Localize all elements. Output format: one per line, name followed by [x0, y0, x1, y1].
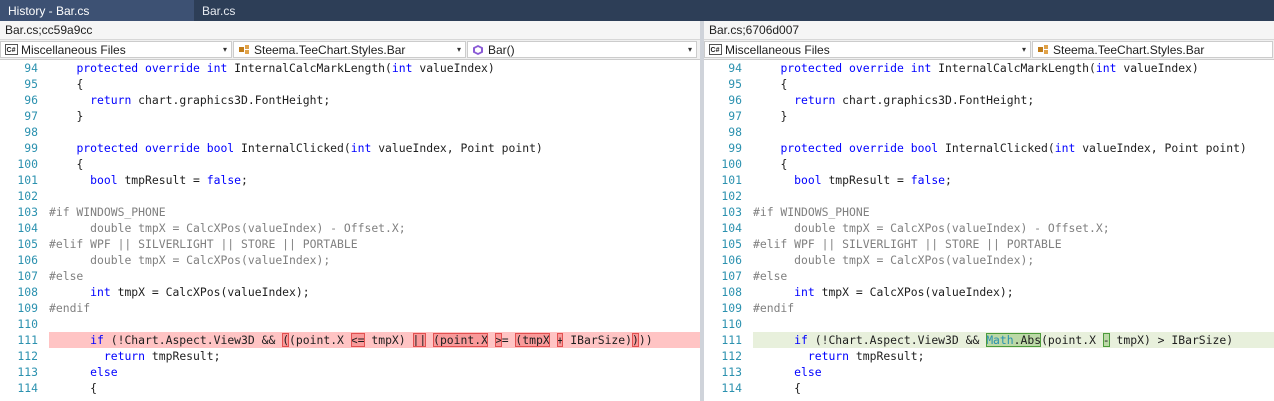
chevron-down-icon: ▾	[687, 45, 692, 54]
class-icon	[237, 44, 251, 56]
code-line: 99 protected override bool InternalClick…	[24, 141, 543, 155]
code-line: 112 return tmpResult;	[17, 349, 221, 363]
deleted-code-line: 111 if (!Chart.Aspect.View3D && ((point.…	[0, 332, 700, 348]
tab-bar-cs[interactable]: Bar.cs	[194, 0, 243, 21]
code-line: 99 protected override bool InternalClick…	[728, 141, 1247, 155]
code-line: 95 {	[728, 77, 788, 91]
document-tab-bar: History - Bar.cs Bar.cs	[0, 0, 1274, 21]
chevron-down-icon: ▾	[222, 45, 227, 54]
code-line: 105 #elif WPF || SILVERLIGHT || STORE || …	[721, 237, 1062, 251]
code-line: 94 protected override int InternalCalcMa…	[24, 61, 495, 75]
chevron-down-icon: ▾	[456, 45, 461, 54]
code-line: 97 }	[728, 109, 788, 123]
tab-label: Bar.cs	[202, 3, 236, 18]
code-line: 102	[17, 189, 38, 203]
diff-view: Bar.cs;cc59a9cc C# Miscellaneous Files ▾…	[0, 21, 1274, 401]
right-file-path: Bar.cs;6706d007	[704, 21, 1274, 40]
code-line: 101 bool tmpResult = false;	[17, 173, 248, 187]
code-line: 114 {	[17, 381, 98, 395]
left-code-editor[interactable]: 94 protected override int InternalCalcMa…	[0, 60, 700, 401]
left-navigation-bar: C# Miscellaneous Files ▾ Steema.TeeChart…	[0, 40, 700, 60]
right-navigation-bar: C# Miscellaneous Files ▾ Steema.TeeChart…	[704, 40, 1274, 60]
chevron-down-icon: ▾	[1021, 45, 1026, 54]
code-line: 102	[721, 189, 742, 203]
code-line: 101 bool tmpResult = false;	[721, 173, 952, 187]
code-line: 95 {	[24, 77, 84, 91]
code-line: 94 protected override int InternalCalcMa…	[728, 61, 1199, 75]
type-dropdown[interactable]: Steema.TeeChart.Styles.Bar ▾	[233, 41, 466, 58]
code-line: 109 #endif	[17, 301, 91, 315]
member-dropdown[interactable]: Bar() ▾	[467, 41, 697, 58]
code-line: 96 return chart.graphics3D.FontHeight;	[24, 93, 331, 107]
tab-history-bar-cs[interactable]: History - Bar.cs	[0, 0, 194, 21]
code-line: 109 #endif	[721, 301, 795, 315]
added-code-line: 111 if (!Chart.Aspect.View3D && Math.Abs…	[704, 332, 1274, 348]
code-line: 110	[17, 317, 38, 331]
code-line: 96 return chart.graphics3D.FontHeight;	[728, 93, 1035, 107]
code-line: 108 int tmpX = CalcXPos(valueIndex);	[721, 285, 1014, 299]
code-line: 108 int tmpX = CalcXPos(valueIndex);	[17, 285, 310, 299]
right-code-editor[interactable]: 94 protected override int InternalCalcMa…	[704, 60, 1274, 401]
code-line: 113 else	[17, 365, 118, 379]
code-line: 106 double tmpX = CalcXPos(valueIndex);	[721, 253, 1035, 267]
code-line: 107 #else	[721, 269, 788, 283]
code-line: 104 double tmpX = CalcXPos(valueIndex) -…	[721, 221, 1110, 235]
code-line: 97 }	[24, 109, 84, 123]
code-line: 104 double tmpX = CalcXPos(valueIndex) -…	[17, 221, 406, 235]
tab-label: History - Bar.cs	[8, 3, 90, 18]
code-line: 103 #if WINDOWS_PHONE	[721, 205, 870, 219]
method-icon	[471, 44, 485, 56]
right-diff-pane: Bar.cs;6706d007 C# Miscellaneous Files ▾…	[704, 21, 1274, 401]
code-line: 105 #elif WPF || SILVERLIGHT || STORE || …	[17, 237, 358, 251]
code-line: 110	[721, 317, 742, 331]
code-line: 112 return tmpResult;	[721, 349, 925, 363]
class-icon	[1036, 44, 1050, 56]
project-dropdown[interactable]: C# Miscellaneous Files ▾	[704, 41, 1031, 58]
left-file-path: Bar.cs;cc59a9cc	[0, 21, 700, 40]
code-line: 113 else	[721, 365, 822, 379]
code-line: 106 double tmpX = CalcXPos(valueIndex);	[17, 253, 331, 267]
code-line: 98	[24, 125, 38, 139]
left-diff-pane: Bar.cs;cc59a9cc C# Miscellaneous Files ▾…	[0, 21, 700, 401]
csharp-file-icon: C#	[708, 44, 722, 56]
csharp-file-icon: C#	[4, 44, 18, 56]
code-line: 103 #if WINDOWS_PHONE	[17, 205, 166, 219]
code-line: 107 #else	[17, 269, 84, 283]
code-line: 114 {	[721, 381, 802, 395]
code-line: 100 {	[721, 157, 788, 171]
code-line: 98	[728, 125, 742, 139]
project-dropdown[interactable]: C# Miscellaneous Files ▾	[0, 41, 232, 58]
code-line: 100 {	[17, 157, 84, 171]
type-dropdown[interactable]: Steema.TeeChart.Styles.Bar	[1032, 41, 1273, 58]
